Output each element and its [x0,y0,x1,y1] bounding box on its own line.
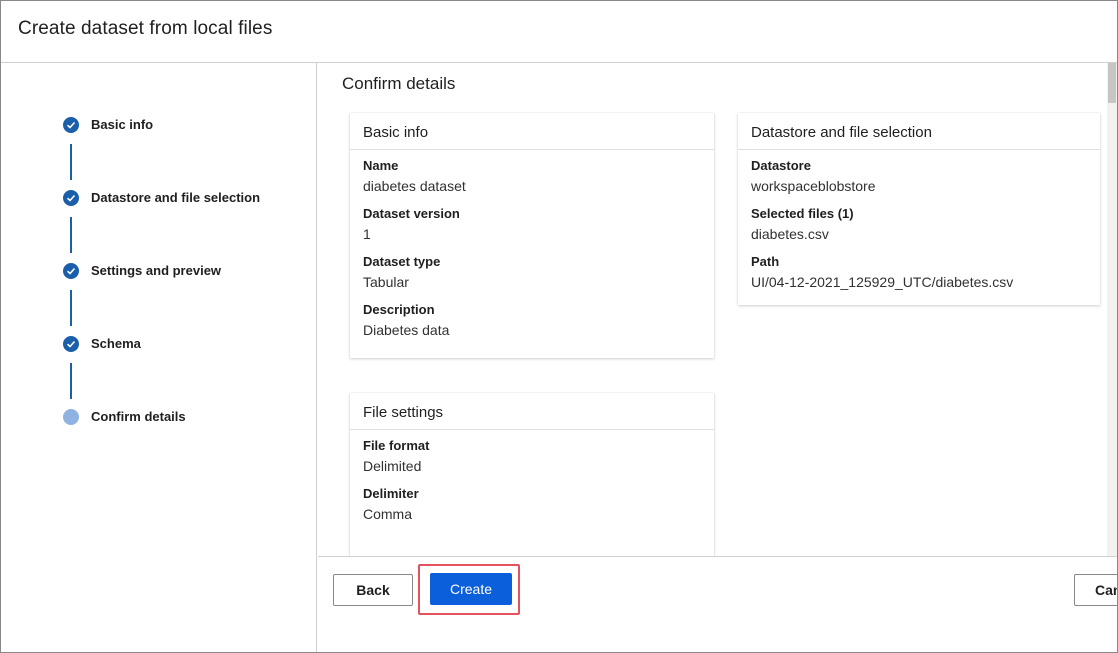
field-label: Selected files (1) [751,206,854,221]
card-title: File settings [350,393,714,430]
field-description: Description Diabetes data [363,302,701,340]
create-button[interactable]: Create [430,573,512,605]
field-label: Datastore [751,158,811,173]
vertical-scrollbar[interactable] [1107,63,1117,556]
checkmark-icon [63,336,79,352]
field-selected-files: Selected files (1) diabetes.csv [751,206,1087,244]
field-label: Name [363,158,399,173]
field-file-format: File format Delimited [363,438,701,476]
scrollbar-thumb[interactable] [1108,63,1116,103]
datastore-card: Datastore and file selection Datastore w… [738,113,1100,305]
dialog-header: Create dataset from local files [1,1,1117,63]
field-value: Diabetes data [363,322,450,338]
field-label: Delimiter [363,486,419,501]
field-path: Path UI/04-12-2021_125929_UTC/diabetes.c… [751,254,1087,292]
back-button[interactable]: Back [333,574,413,606]
step-label: Confirm details [91,409,186,424]
field-label: Path [751,254,780,269]
step-connector [70,290,72,326]
field-label: Dataset version [363,206,460,221]
field-dataset-type: Dataset type Tabular [363,254,701,292]
step-connector [70,363,72,399]
main-content[interactable]: Confirm details Basic info Name diabetes… [318,63,1117,556]
field-label: Dataset type [363,254,441,269]
field-dataset-version: Dataset version 1 [363,206,701,244]
cancel-button[interactable]: Can [1074,574,1117,606]
field-value: workspaceblobstore [751,178,876,194]
step-label: Schema [91,336,141,351]
field-value: Delimited [363,458,422,474]
step-connector [70,144,72,180]
create-dataset-dialog: Create dataset from local files Basic in… [0,0,1118,653]
dialog-footer: Back Create Can [318,556,1117,652]
field-datastore: Datastore workspaceblobstore [751,158,1087,196]
field-value: Comma [363,506,413,522]
step-label: Settings and preview [91,263,222,278]
field-label: File format [363,438,430,453]
page-title: Confirm details [342,74,456,93]
step-label: Basic info [91,117,154,132]
checkmark-icon [63,263,79,279]
field-value: diabetes.csv [751,226,829,242]
step-connector [70,217,72,253]
basic-info-card: Basic info Name diabetes dataset Dataset… [350,113,714,358]
field-value: Tabular [363,274,409,290]
field-label: Description [363,302,435,317]
dialog-title: Create dataset from local files [18,18,273,39]
checkmark-icon [63,117,79,133]
card-title: Basic info [350,113,714,150]
file-settings-card: File settings File format Delimited Deli… [350,393,714,556]
step-label: Datastore and file selection [91,190,261,205]
field-value: diabetes dataset [363,178,466,194]
checkmark-icon [63,190,79,206]
field-value: 1 [363,226,371,242]
card-title: Datastore and file selection [738,113,1100,150]
field-delimiter: Delimiter Comma [363,486,701,524]
field-value: UI/04-12-2021_125929_UTC/diabetes.csv [751,274,1014,290]
circle-icon [63,409,79,425]
field-name: Name diabetes dataset [363,158,701,196]
wizard-steps: Basic info Datastore and file selection … [1,63,317,652]
